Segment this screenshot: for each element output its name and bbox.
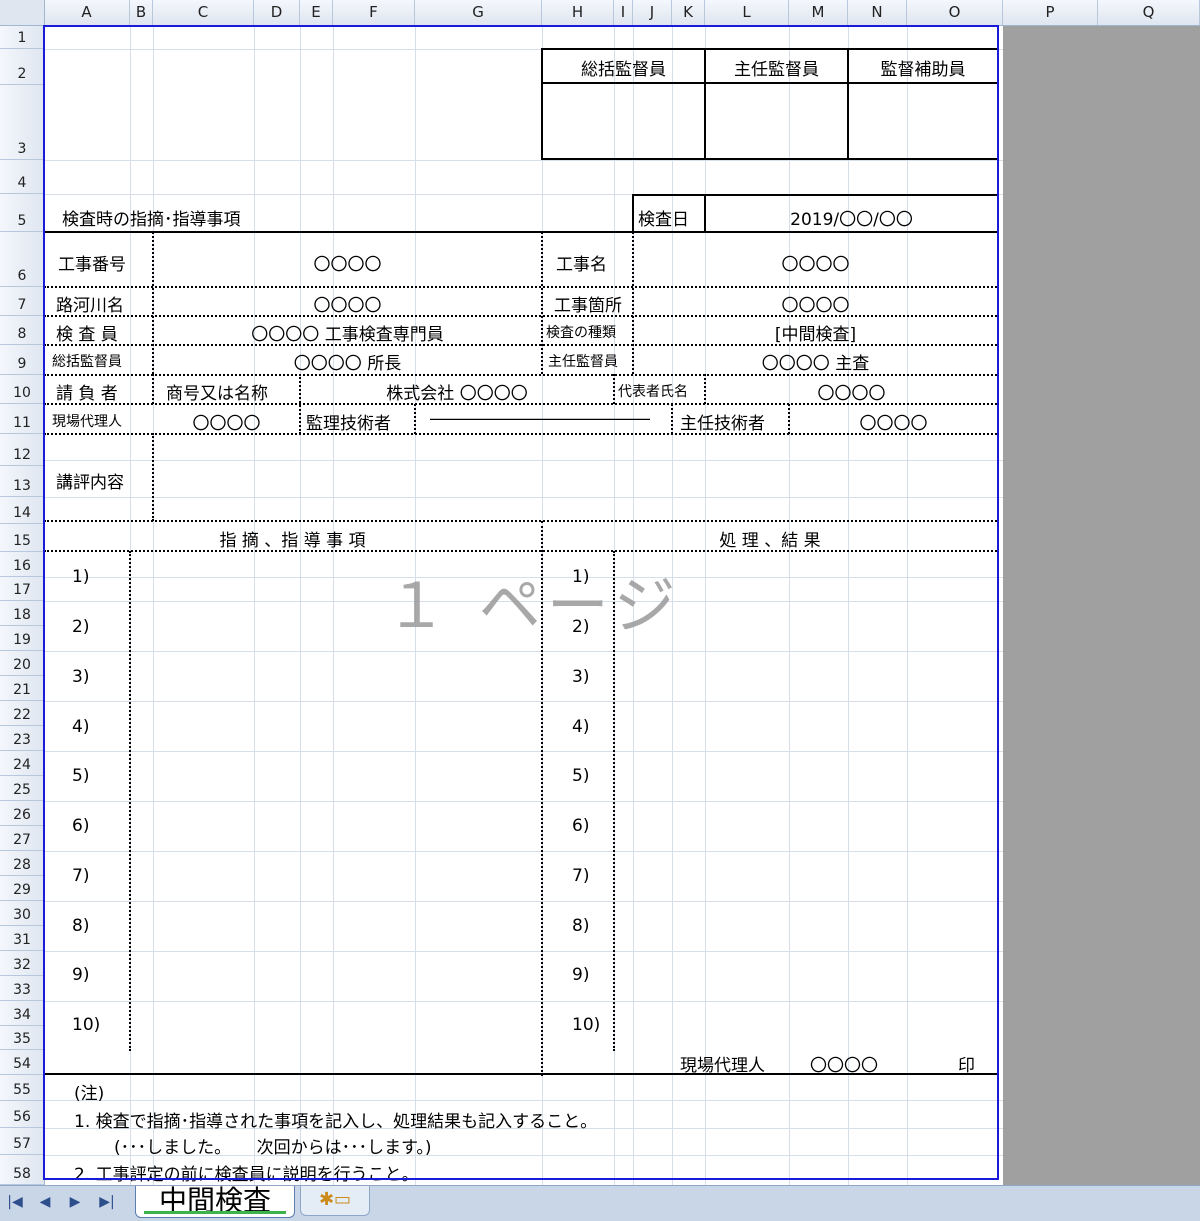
row-header[interactable]: 33	[0, 976, 44, 1001]
col-header-e[interactable]: E	[300, 0, 333, 25]
row-header[interactable]: 5	[0, 194, 44, 232]
prev-sheet-icon[interactable]: ◀	[32, 1190, 58, 1214]
spreadsheet[interactable]: A B C D E F G H I J K L M N O P Q 1 2 3 …	[0, 0, 1200, 1221]
row-header[interactable]: 56	[0, 1101, 44, 1128]
col-header-f[interactable]: F	[333, 0, 415, 25]
row-header[interactable]: 28	[0, 851, 44, 876]
row-header[interactable]: 54	[0, 1050, 44, 1075]
sheet-tab-active[interactable]: 中間検査	[135, 1186, 295, 1218]
row-header[interactable]: 31	[0, 926, 44, 951]
row-header[interactable]: 7	[0, 287, 44, 316]
row-header[interactable]: 23	[0, 726, 44, 751]
col-header-p[interactable]: P	[1003, 0, 1098, 25]
row-header[interactable]: 19	[0, 626, 44, 651]
col-header-i[interactable]: I	[614, 0, 633, 25]
row-header[interactable]: 16	[0, 552, 44, 577]
row-header[interactable]: 58	[0, 1155, 44, 1185]
row-header[interactable]: 4	[0, 160, 44, 194]
col-header-a[interactable]: A	[44, 0, 130, 25]
col-header-o[interactable]: O	[907, 0, 1003, 25]
col-header-g[interactable]: G	[415, 0, 542, 25]
col-header-d[interactable]: D	[254, 0, 300, 25]
row-header[interactable]: 18	[0, 601, 44, 626]
select-all-corner[interactable]	[0, 0, 45, 26]
row-header[interactable]: 14	[0, 497, 44, 524]
row-header[interactable]: 21	[0, 676, 44, 701]
row-header[interactable]: 24	[0, 751, 44, 776]
col-header-b[interactable]: B	[130, 0, 153, 25]
col-header-h[interactable]: H	[542, 0, 614, 25]
col-header-k[interactable]: K	[672, 0, 705, 25]
row-header[interactable]: 20	[0, 651, 44, 676]
row-header[interactable]: 8	[0, 316, 44, 345]
col-header-j[interactable]: J	[633, 0, 672, 25]
row-header[interactable]: 15	[0, 524, 44, 552]
row-header[interactable]: 11	[0, 404, 44, 434]
row-header[interactable]: 3	[0, 85, 44, 160]
row-header[interactable]: 10	[0, 375, 44, 404]
last-sheet-icon[interactable]: ▶|	[94, 1190, 120, 1214]
col-header-n[interactable]: N	[848, 0, 907, 25]
non-print-area	[1003, 25, 1200, 1185]
row-header[interactable]: 35	[0, 1026, 44, 1050]
row-header[interactable]: 57	[0, 1128, 44, 1155]
row-header[interactable]: 12	[0, 434, 44, 466]
row-header[interactable]: 29	[0, 876, 44, 901]
row-header[interactable]: 13	[0, 466, 44, 497]
print-area-border	[43, 25, 999, 1180]
row-header[interactable]: 32	[0, 951, 44, 976]
row-header[interactable]: 55	[0, 1075, 44, 1101]
row-header[interactable]: 30	[0, 901, 44, 926]
row-header[interactable]: 17	[0, 577, 44, 601]
next-sheet-icon[interactable]: ▶	[62, 1190, 88, 1214]
first-sheet-icon[interactable]: |◀	[2, 1190, 28, 1214]
col-header-c[interactable]: C	[153, 0, 254, 25]
col-header-q[interactable]: Q	[1098, 0, 1200, 25]
row-header[interactable]: 2	[0, 49, 44, 85]
row-header[interactable]: 22	[0, 701, 44, 726]
col-header-l[interactable]: L	[705, 0, 789, 25]
row-header[interactable]: 27	[0, 826, 44, 851]
row-header[interactable]: 1	[0, 25, 44, 49]
col-header-m[interactable]: M	[789, 0, 848, 25]
row-header[interactable]: 26	[0, 801, 44, 826]
insert-sheet-icon[interactable]: ✱▭	[300, 1186, 370, 1216]
row-header[interactable]: 34	[0, 1001, 44, 1026]
row-header[interactable]: 25	[0, 776, 44, 801]
row-header[interactable]: 9	[0, 345, 44, 375]
row-header[interactable]: 6	[0, 232, 44, 287]
